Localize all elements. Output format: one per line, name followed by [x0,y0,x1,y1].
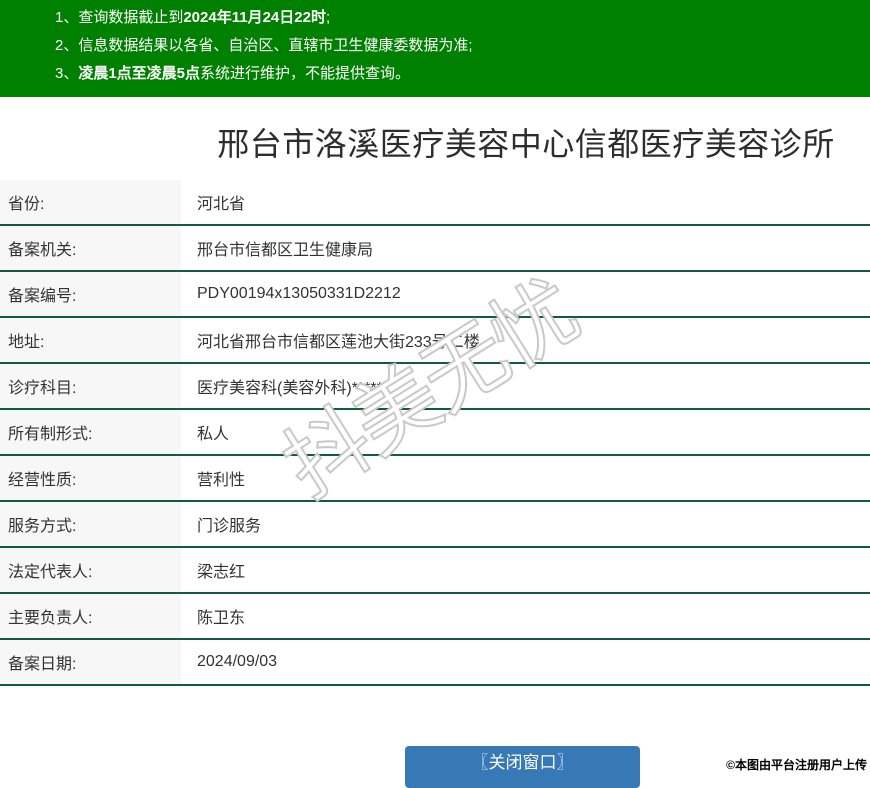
notice-text: 系统进行维护，不能提供查询。 [200,65,411,82]
image-credit: ©本图由平台注册用户上传 [726,758,867,772]
row-value: 营利性 [181,456,870,500]
row-value: 河北省邢台市信都区莲池大街233号二楼 [181,318,870,362]
table-row-ownership-form: 所有制形式: 私人 [0,410,870,456]
table-row-main-person-in-charge: 主要负责人: 陈卫东 [0,594,870,640]
row-value: 私人 [181,410,870,454]
notice-text: 2、信息数据结果以各省、自治区、直辖市卫生健康委数据为准; [55,37,473,54]
info-table: 省份: 河北省 备案机关: 邢台市信都区卫生健康局 备案编号: PDY00194… [0,180,870,686]
row-value: 2024/09/03 [181,640,870,684]
row-label: 主要负责人: [0,594,181,638]
notice-text: 1、查询数据截止到 [55,9,184,26]
row-value: PDY00194x13050331D2212 [181,272,870,316]
table-row-business-nature: 经营性质: 营利性 [0,456,870,502]
table-row-filing-date: 备案日期: 2024/09/03 [0,640,870,686]
row-label: 备案机关: [0,226,181,270]
notice-banner: 1、查询数据截止到2024年11月24日22时; 2、信息数据结果以各省、自治区… [0,0,870,97]
row-value: 门诊服务 [181,502,870,546]
row-value: 邢台市信都区卫生健康局 [181,226,870,270]
notice-bold-text: 凌晨1点至凌晨5点 [78,65,201,82]
table-row-filing-authority: 备案机关: 邢台市信都区卫生健康局 [0,226,870,272]
notice-line-3: 3、凌晨1点至凌晨5点系统进行维护，不能提供查询。 [55,60,860,88]
row-label: 诊疗科目: [0,364,181,408]
notice-line-1: 1、查询数据截止到2024年11月24日22时; [55,4,860,32]
row-value: 梁志红 [181,548,870,592]
notice-text: ; [325,9,331,26]
page-title: 邢台市洛溪医疗美容中心信都医疗美容诊所 [217,126,835,162]
table-row-filing-number: 备案编号: PDY00194x13050331D2212 [0,272,870,318]
row-label: 经营性质: [0,456,181,500]
table-row-service-mode: 服务方式: 门诊服务 [0,502,870,548]
row-label: 服务方式: [0,502,181,546]
table-row-address: 地址: 河北省邢台市信都区莲池大街233号二楼 [0,318,870,364]
row-value: 医疗美容科(美容外科)****** [181,364,870,408]
row-label: 地址: [0,318,181,362]
row-label: 所有制形式: [0,410,181,454]
row-value: 陈卫东 [181,594,870,638]
table-row-province: 省份: 河北省 [0,180,870,226]
notice-line-2: 2、信息数据结果以各省、自治区、直辖市卫生健康委数据为准; [55,32,860,60]
notice-bold-text: 2024年11月24日22时 [183,9,326,26]
close-window-button[interactable]: 〖关闭窗口〗 [405,746,640,788]
table-row-legal-representative: 法定代表人: 梁志红 [0,548,870,594]
row-value: 河北省 [181,180,870,224]
row-label: 省份: [0,180,181,224]
row-label: 法定代表人: [0,548,181,592]
table-row-medical-subjects: 诊疗科目: 医疗美容科(美容外科)****** [0,364,870,410]
row-label: 备案日期: [0,640,181,684]
row-label: 备案编号: [0,272,181,316]
notice-text: 3、 [55,65,79,82]
